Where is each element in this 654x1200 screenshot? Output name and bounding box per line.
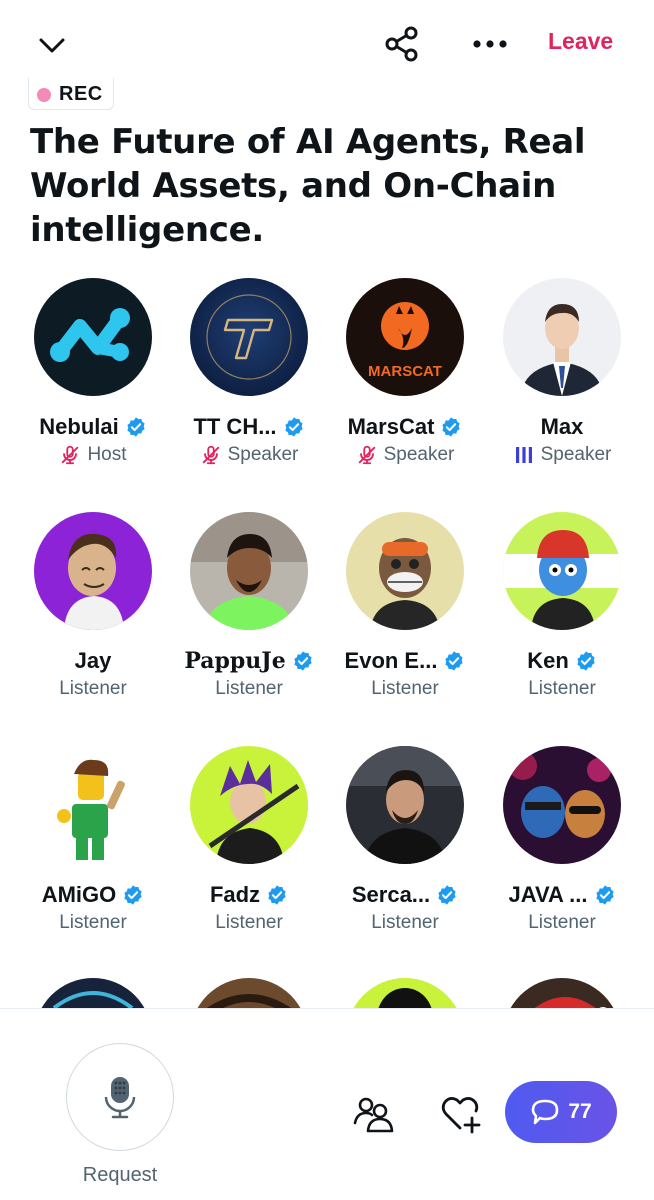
participant-pappuje[interactable]: PappuJe Listener bbox=[171, 512, 327, 702]
participant-role: Listener bbox=[528, 912, 596, 933]
recording-label: REC bbox=[59, 83, 103, 105]
verified-badge-icon bbox=[442, 417, 461, 437]
top-bar: Leave bbox=[0, 0, 654, 90]
space-title: The Future of AI Agents, Real World Asse… bbox=[30, 122, 586, 250]
participant-role: Listener bbox=[371, 678, 439, 699]
marscat-logo-text: MARSCAT bbox=[368, 363, 442, 380]
participant-role: Listener bbox=[59, 912, 127, 933]
participant-partial-4[interactable] bbox=[484, 978, 640, 1008]
react-button[interactable] bbox=[438, 1091, 484, 1137]
request-label: Request bbox=[82, 1164, 158, 1186]
avatar bbox=[190, 512, 308, 630]
more-dots-icon bbox=[473, 40, 507, 48]
verified-badge-icon bbox=[294, 651, 312, 671]
participant-evon[interactable]: Evon E... Listener bbox=[327, 512, 483, 702]
speaking-bars-icon bbox=[515, 447, 532, 463]
verified-badge-icon bbox=[268, 885, 286, 905]
avatar bbox=[503, 512, 621, 630]
participant-name: Fadz bbox=[209, 882, 261, 907]
participant-name: Serca... bbox=[351, 882, 431, 907]
avatar bbox=[34, 278, 152, 396]
avatar bbox=[190, 278, 308, 396]
participant-jay[interactable]: Jay Listener bbox=[15, 512, 171, 702]
verified-badge-icon bbox=[124, 885, 142, 905]
verified-badge-icon bbox=[595, 885, 614, 905]
recording-dot-icon bbox=[37, 87, 51, 102]
participant-name: MarsCat bbox=[347, 414, 435, 439]
participant-serca[interactable]: Serca... Listener bbox=[327, 746, 483, 936]
share-icon bbox=[385, 26, 418, 62]
participant-role: Speaker bbox=[383, 444, 455, 465]
comment-bubble-icon bbox=[532, 1099, 559, 1125]
avatar bbox=[190, 746, 308, 864]
avatar bbox=[34, 978, 152, 1008]
participant-amigo[interactable]: AMiGO Listener bbox=[15, 746, 171, 936]
more-button[interactable] bbox=[466, 22, 514, 66]
participant-partial-1[interactable] bbox=[15, 978, 171, 1008]
participant-java[interactable]: JAVA ... Listener bbox=[484, 746, 640, 936]
participant-partial-3[interactable] bbox=[327, 978, 483, 1008]
verified-badge-icon bbox=[577, 651, 595, 671]
mic-muted-icon bbox=[358, 445, 375, 465]
avatar bbox=[346, 512, 464, 630]
participant-role: Listener bbox=[528, 678, 596, 699]
participant-partial-2[interactable] bbox=[171, 978, 327, 1008]
participant-name: TT CH... bbox=[193, 414, 277, 439]
verified-badge-icon bbox=[284, 417, 303, 437]
participant-role: Listener bbox=[59, 678, 127, 699]
avatar bbox=[346, 746, 464, 864]
participant-role: Listener bbox=[215, 912, 283, 933]
verified-badge-icon bbox=[127, 417, 145, 437]
participant-name: Ken bbox=[527, 648, 569, 673]
comments-button[interactable]: 77 bbox=[505, 1081, 617, 1143]
participant-name: Nebulai bbox=[39, 414, 119, 439]
participant-fadz[interactable]: Fadz Listener bbox=[171, 746, 327, 936]
participants-grid: Nebulai Host TT CH... Speaker MARSCAT Ma… bbox=[0, 278, 654, 1008]
avatar bbox=[34, 512, 152, 630]
verified-badge-icon bbox=[445, 651, 464, 671]
avatar bbox=[503, 978, 621, 1008]
avatar bbox=[503, 746, 621, 864]
avatar bbox=[34, 746, 152, 864]
verified-badge-icon bbox=[438, 885, 456, 905]
avatar bbox=[503, 278, 621, 396]
mic-muted-icon bbox=[62, 445, 79, 465]
participant-role: Listener bbox=[215, 678, 283, 699]
participant-name: Evon E... bbox=[344, 648, 438, 673]
participant-nebulai[interactable]: Nebulai Host bbox=[15, 278, 171, 468]
avatar: MARSCAT bbox=[346, 278, 464, 396]
participant-name: Max bbox=[540, 414, 584, 439]
participant-name: PappuJe bbox=[184, 648, 286, 674]
mic-muted-icon bbox=[202, 445, 219, 465]
participant-marscat[interactable]: MARSCAT MarsCat Speaker bbox=[327, 278, 483, 468]
share-button[interactable] bbox=[380, 22, 424, 66]
heart-plus-icon bbox=[441, 1097, 481, 1134]
participant-ken[interactable]: Ken Listener bbox=[484, 512, 640, 702]
participant-role: Speaker bbox=[540, 444, 612, 465]
bottom-action-bar: Request 77 bbox=[0, 1008, 654, 1200]
collapse-button[interactable] bbox=[30, 24, 74, 68]
participant-tt-ch[interactable]: TT CH... Speaker bbox=[171, 278, 327, 468]
leave-button[interactable]: Leave bbox=[548, 28, 613, 55]
participant-name: AMiGO bbox=[41, 882, 117, 907]
chevron-down-icon bbox=[39, 38, 65, 53]
comments-count: 77 bbox=[568, 1100, 592, 1123]
avatar bbox=[190, 978, 308, 1008]
participant-name: Jay bbox=[74, 648, 112, 673]
participant-role: Listener bbox=[371, 912, 439, 933]
participant-name: JAVA ... bbox=[508, 882, 588, 907]
participant-max[interactable]: Max Speaker bbox=[484, 278, 640, 468]
recording-badge: REC bbox=[28, 78, 114, 110]
people-button[interactable] bbox=[350, 1091, 396, 1137]
people-icon bbox=[353, 1097, 394, 1133]
microphone-icon bbox=[104, 1077, 136, 1119]
avatar bbox=[346, 978, 464, 1008]
participant-role: Speaker bbox=[227, 444, 299, 465]
participant-role: Host bbox=[87, 444, 127, 465]
request-mic-button[interactable] bbox=[66, 1043, 174, 1151]
